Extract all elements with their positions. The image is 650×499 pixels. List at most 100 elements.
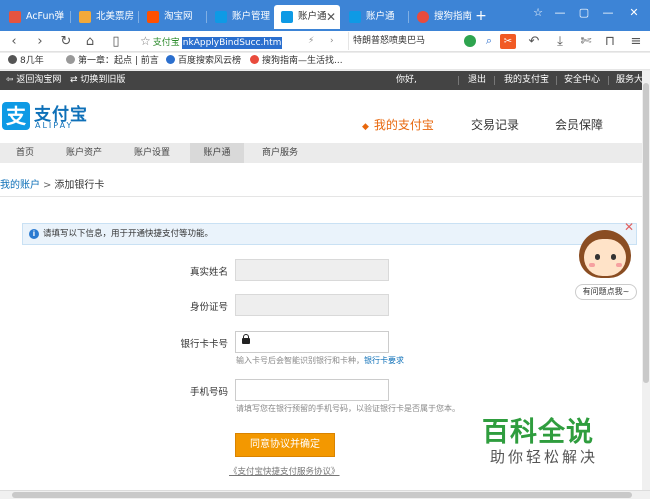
alipay-logo-icon: 支 <box>2 102 30 130</box>
info-icon: i <box>29 229 39 239</box>
reader-icon[interactable]: ▯ <box>108 34 124 49</box>
card-requirements-link[interactable]: 银行卡要求 <box>364 356 404 365</box>
browser-tab[interactable]: 北美票房 <box>72 5 136 29</box>
bookmark-item[interactable]: 百度搜索风云榜 <box>166 53 241 70</box>
phone-hint: 请填写您在银行预留的手机号码，以验证银行卡是否属于您本。 <box>236 404 460 413</box>
agreement-link[interactable]: 《支付宝快捷支付服务协议》 <box>229 465 340 477</box>
subnav-merchant[interactable]: 商户服务 <box>252 143 308 163</box>
url-text[interactable]: nkApplyBindSucc.htm <box>181 37 283 49</box>
menu-icon[interactable]: — <box>552 4 568 22</box>
alipay-tab-icon <box>215 11 227 23</box>
browser-tab[interactable]: 账户通 <box>342 5 406 29</box>
agree-submit-button[interactable]: 同意协议并确定 <box>235 433 335 457</box>
menu-icon[interactable]: ≡ <box>628 34 644 49</box>
bag-icon[interactable]: ⊓ <box>602 34 618 49</box>
site-label: 支付宝 <box>152 38 180 48</box>
bookmark-star-icon[interactable]: ☆ <box>140 34 151 48</box>
home-icon[interactable]: ⌂ <box>82 34 98 49</box>
bookmarks-bar: 8几年 第一章：起点 | 前言 百度搜索风云榜 搜狗指南—生活找... <box>0 53 650 70</box>
back-arrow-icon: ⇦ <box>6 75 17 85</box>
back-icon[interactable]: ‹ <box>6 34 22 49</box>
name-label: 真实姓名 <box>189 267 228 278</box>
alipay-tab-icon <box>349 11 361 23</box>
mascot-eye <box>611 254 616 260</box>
back-taobao-link[interactable]: ⇦ 返回淘宝网 <box>6 71 61 90</box>
card-hint: 输入卡号后会智能识别银行和卡种，银行卡要求 <box>236 356 404 365</box>
taobao-icon <box>147 11 159 23</box>
maximize-icon[interactable]: ▢ <box>576 4 592 22</box>
subnav-home[interactable]: 首页 <box>0 143 50 163</box>
breadcrumb-current: 添加银行卡 <box>54 180 105 191</box>
id-label: 身份证号 <box>189 302 228 313</box>
scissors-icon[interactable]: ✂ <box>500 34 516 49</box>
help-bubble[interactable]: 有问题点我~ <box>575 284 637 300</box>
security-center-link[interactable]: 安全中心 <box>564 71 600 90</box>
switch-icon: ⇄ <box>70 75 81 85</box>
new-tab-button[interactable]: + <box>474 6 488 26</box>
subnav-account-link[interactable]: 账户通 <box>190 143 244 163</box>
my-alipay-link[interactable]: 我的支付宝 <box>504 71 549 90</box>
browser-toolbar: ‹ › ↻ ⌂ ▯ ☆ 支付宝 nkApplyBindSucc.htm ⚡ › 特朗… <box>0 31 650 52</box>
mascot-cheek <box>589 263 595 267</box>
help-mascot[interactable]: 有问题点我~ <box>575 230 637 302</box>
download-icon[interactable]: ⤓ <box>552 34 568 49</box>
bank-card-input[interactable] <box>235 331 389 353</box>
forward-icon[interactable]: › <box>32 34 48 49</box>
phone-label: 手机号码 <box>189 387 228 398</box>
alipay-tab-icon <box>281 11 293 23</box>
sogou-icon <box>250 55 259 64</box>
diamond-icon: ◆ <box>362 122 369 132</box>
browser-tab[interactable]: 淘宝网 <box>140 5 204 29</box>
info-notice: i 请填写以下信息，用于开通快捷支付等功能。 <box>22 223 637 245</box>
divider <box>0 196 642 197</box>
nav-member[interactable]: 会员保障 <box>555 116 603 133</box>
horizontal-scrollbar[interactable] <box>0 490 650 499</box>
nav-my-alipay[interactable]: ◆ 我的支付宝 <box>362 116 434 133</box>
site-top-bar: ⇦ 返回淘宝网 ⇄ 切换到旧版 你好, 退出 我的支付宝 安全中心 服务大 <box>0 71 643 90</box>
speed-mode-icon[interactable]: ⚡ <box>308 32 314 50</box>
alipay-logo[interactable]: 支 支付宝 ALIPAY <box>2 102 102 132</box>
breadcrumb-my-account[interactable]: 我的账户 <box>0 180 40 191</box>
undo-icon[interactable]: ↶ <box>526 34 542 49</box>
browser-tab[interactable]: 账户管理 <box>208 5 274 29</box>
browser-tab[interactable]: AcFun弹 <box>2 5 68 29</box>
mascot-cheek <box>616 263 622 267</box>
id-number-field <box>235 294 389 316</box>
boxoffice-icon <box>79 11 91 23</box>
bookmark-icon <box>66 55 75 64</box>
nav-transactions[interactable]: 交易记录 <box>471 116 519 133</box>
favorite-icon[interactable]: ☆ <box>530 4 546 22</box>
subnav-settings[interactable]: 账户设置 <box>124 143 180 163</box>
search-icon[interactable]: ⌕ <box>486 32 492 50</box>
lock-icon <box>242 334 250 344</box>
search-input[interactable]: 特朗普怒喷奥巴马 ⌕ <box>348 32 496 50</box>
bookmark-item[interactable]: 第一章：起点 | 前言 <box>66 53 159 70</box>
logo-sub: ALIPAY <box>35 121 74 130</box>
close-tab-icon[interactable]: ✕ <box>326 5 336 29</box>
phone-input[interactable] <box>235 379 389 401</box>
bookmark-icon <box>8 55 17 64</box>
logout-link[interactable]: 退出 <box>468 71 486 90</box>
vertical-scrollbar[interactable] <box>642 71 650 490</box>
browser-tab[interactable]: 搜狗指南 <box>410 5 472 29</box>
bookmark-item[interactable]: 8几年 <box>8 53 44 70</box>
bookmark-item[interactable]: 搜狗指南—生活找... <box>250 53 343 70</box>
sogou-icon <box>417 11 429 23</box>
acfun-icon <box>9 11 21 23</box>
subnav-assets[interactable]: 账户资产 <box>56 143 112 163</box>
reload-icon[interactable]: ↻ <box>58 34 74 49</box>
address-bar[interactable]: ☆ 支付宝 nkApplyBindSucc.htm ⚡ › <box>140 32 345 50</box>
browser-tab-active[interactable]: 账户通 ✕ <box>274 5 340 29</box>
close-window-icon[interactable]: ✕ <box>626 4 642 22</box>
service-link[interactable]: 服务大 <box>616 71 643 90</box>
mascot-eye <box>595 254 600 260</box>
cut-icon[interactable]: ✄ <box>578 34 594 49</box>
switch-old-link[interactable]: ⇄ 切换到旧版 <box>70 71 125 90</box>
breadcrumb: 我的账户 > 添加银行卡 <box>0 180 105 191</box>
search-engine-icon[interactable] <box>464 35 476 47</box>
greeting-text: 你好, <box>396 75 417 85</box>
address-dropdown-icon[interactable]: › <box>330 32 334 50</box>
minimize-icon[interactable]: — <box>600 4 616 22</box>
card-label: 银行卡卡号 <box>180 339 228 350</box>
watermark: 百科全说 助你轻松解决 <box>482 410 612 466</box>
